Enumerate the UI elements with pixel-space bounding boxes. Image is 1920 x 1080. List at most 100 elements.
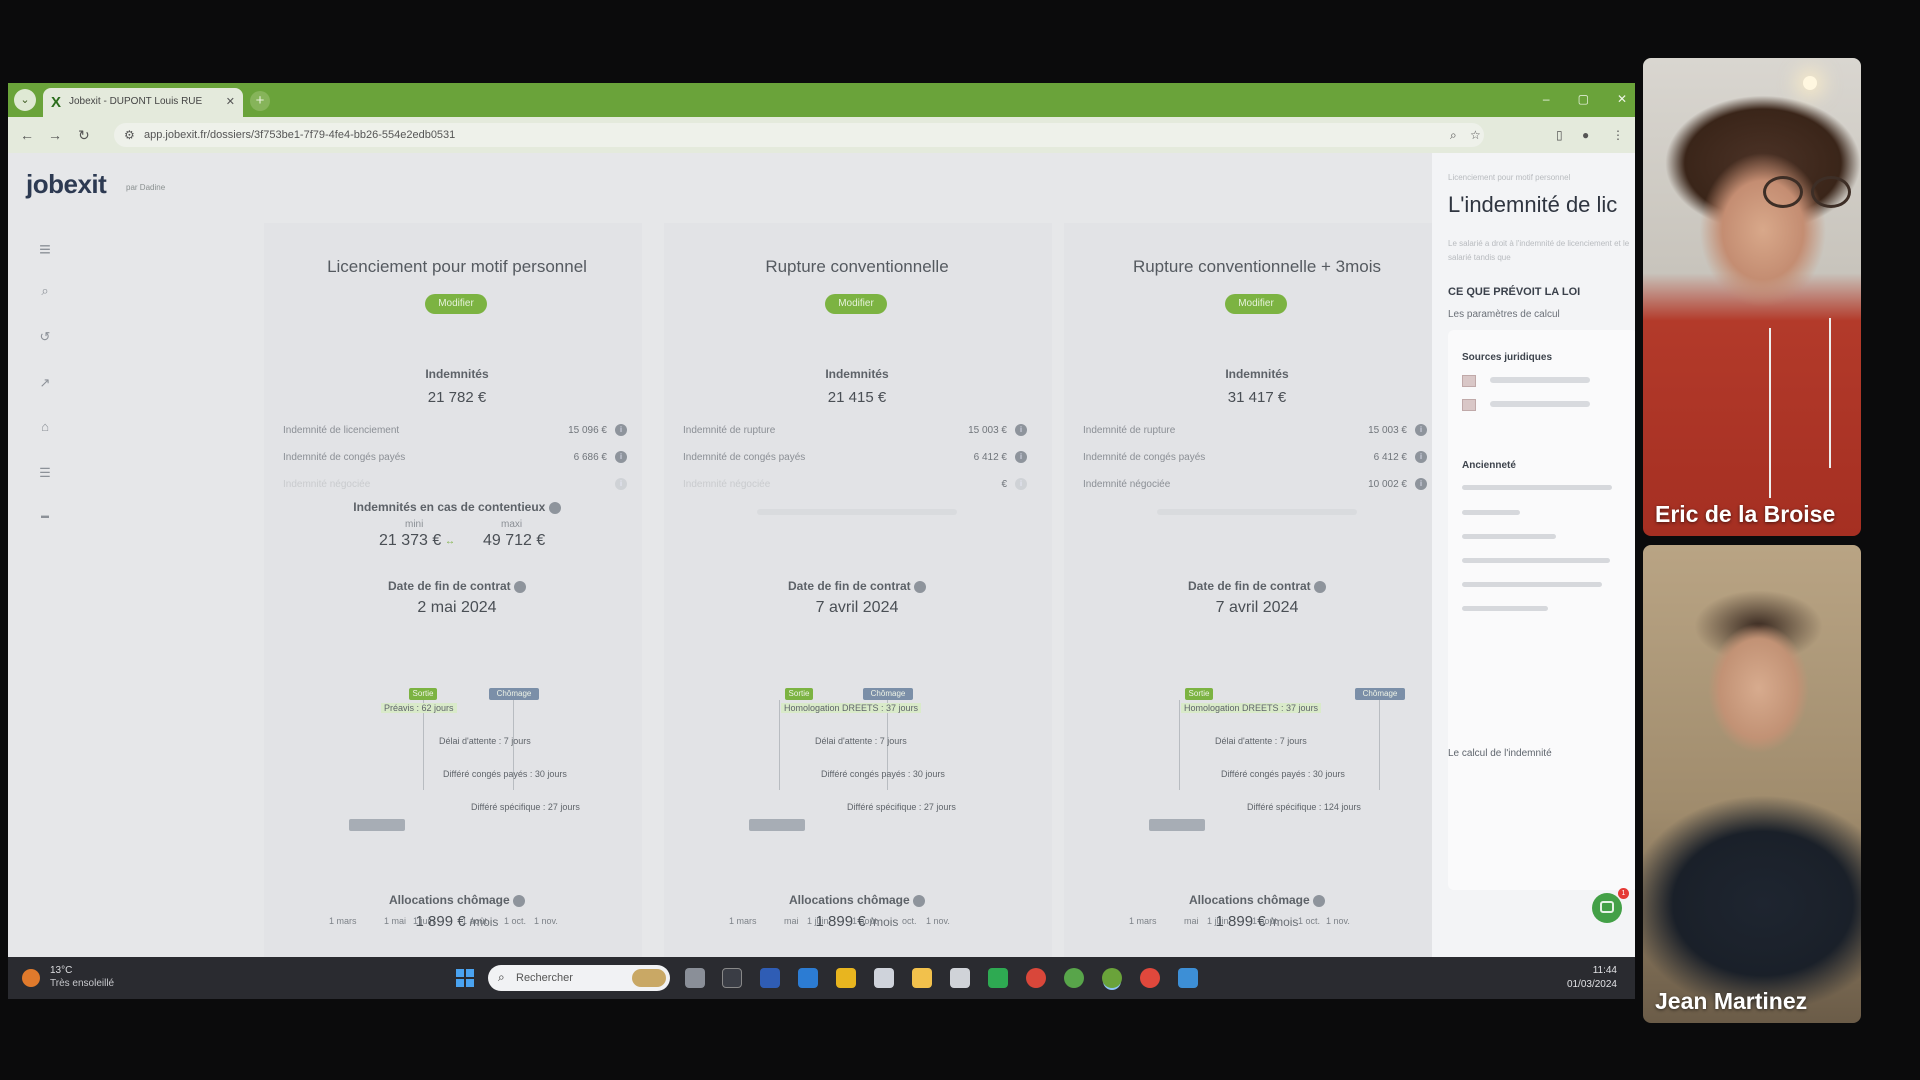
clock-time[interactable]: 11:44 (1593, 965, 1617, 976)
tab-close-icon[interactable]: ✕ (226, 95, 235, 108)
chat-button[interactable] (1592, 893, 1622, 923)
panel-loi-heading: CE QUE PRÉVOIT LA LOI (1448, 286, 1581, 298)
info-icon[interactable]: i (1015, 478, 1027, 490)
site-info-icon[interactable]: ⚙ (124, 128, 135, 142)
date-fin-contrat-value: 2 mai 2024 (417, 599, 497, 616)
terminal-icon[interactable] (722, 968, 742, 988)
modifier-button[interactable]: Modifier (1225, 294, 1287, 314)
windows-start-icon[interactable] (456, 969, 474, 987)
chrome-active-icon[interactable] (1102, 968, 1122, 988)
info-icon[interactable] (1313, 894, 1326, 907)
source-link[interactable] (1462, 398, 1632, 412)
file-explorer-icon[interactable] (912, 968, 932, 988)
weather-description[interactable]: Très ensoleillé (50, 978, 114, 989)
alloc-unit: /mois (469, 915, 499, 929)
indemnity-line: Indemnité négociée 10 002 € i (1083, 478, 1427, 490)
info-icon[interactable]: i (1015, 424, 1027, 436)
timeline-marker (779, 700, 780, 790)
docs-icon[interactable] (1178, 968, 1198, 988)
indemnity-line: Indemnité de congés payés 6 686 € i (283, 451, 627, 463)
timeline-step: Délai d'attente : 7 jours (1215, 736, 1307, 746)
indemnity-line: Indemnité négociée i (283, 478, 627, 490)
pdf-icon (1462, 399, 1476, 411)
weather-temperature[interactable]: 13°C (50, 965, 72, 976)
tab-search-icon[interactable]: ⌄ (14, 89, 36, 111)
settings-sliders-icon[interactable]: ☰ (30, 465, 60, 481)
info-icon[interactable] (913, 894, 926, 907)
clock-date[interactable]: 01/03/2024 (1567, 979, 1617, 990)
new-tab-button[interactable]: + (250, 91, 270, 111)
forward-arrow-icon[interactable]: → (48, 127, 62, 143)
power-bi-icon[interactable] (836, 968, 856, 988)
maximize-button[interactable]: ▢ (1578, 92, 1589, 106)
green-app-icon[interactable] (988, 968, 1008, 988)
snipping-tool-icon[interactable] (950, 968, 970, 988)
info-icon[interactable] (514, 580, 527, 593)
hamburger-menu-icon[interactable]: ≡ (30, 239, 60, 262)
info-icon[interactable] (914, 580, 927, 593)
vscode-icon[interactable] (798, 968, 818, 988)
indemnity-line-label: Indemnité négociée (683, 479, 771, 490)
bookmark-star-icon[interactable]: ☆ (1470, 128, 1481, 142)
sidebar-badge[interactable]: ▬ (30, 511, 60, 520)
allocations-label: Allocations chômage (1057, 893, 1457, 907)
indemnity-line: Indemnité de licenciement 15 096 € i (283, 424, 627, 436)
reload-icon[interactable]: ↻ (78, 127, 90, 144)
taskbar-search[interactable]: ⌕ Rechercher (488, 965, 670, 991)
zoom-icon[interactable]: ⌕ (1450, 128, 1457, 143)
search-placeholder: Rechercher (516, 972, 573, 984)
indemnity-line: Indemnité de rupture 15 003 € i (683, 424, 1027, 436)
chrome-green-icon[interactable] (1064, 968, 1084, 988)
info-icon[interactable]: i (615, 451, 627, 463)
sidepanel-icon[interactable]: ▯ (1556, 128, 1563, 142)
back-arrow-icon[interactable]: ← (20, 127, 34, 143)
indemnity-line-label: Indemnité de rupture (1083, 425, 1176, 436)
close-window-button[interactable]: ✕ (1617, 92, 1627, 106)
contentieux-label-text: Indemnités en cas de contentieux (353, 500, 546, 514)
panel-card: Sources juridiques Ancienneté (1448, 330, 1635, 890)
notepad-icon[interactable] (874, 968, 894, 988)
info-icon[interactable] (1314, 580, 1327, 593)
scenario-title: Rupture conventionnelle + 3mois (1132, 257, 1382, 276)
weather-sun-icon[interactable] (22, 969, 40, 987)
participant-video-eric[interactable]: Eric de la Broise (1643, 58, 1861, 536)
minimize-button[interactable]: – (1543, 92, 1550, 106)
date-fin-contrat-label: Date de fin de contrat (257, 579, 657, 593)
chart-icon[interactable]: ↗ (30, 375, 60, 391)
info-icon[interactable]: i (615, 424, 627, 436)
date-fin-contrat-value: 7 avril 2024 (815, 599, 899, 616)
task-view-icon[interactable] (685, 968, 705, 988)
source-link[interactable] (1462, 374, 1632, 388)
panel-breadcrumb: Licenciement pour motif personnel (1448, 173, 1571, 182)
info-icon[interactable] (513, 894, 526, 907)
chat-bubble-icon (1600, 901, 1614, 913)
min-label: mini (405, 519, 424, 530)
source-link-text (1490, 401, 1590, 407)
bank-icon[interactable]: ⌂ (30, 419, 60, 434)
modifier-button[interactable]: Modifier (425, 294, 487, 314)
info-icon[interactable] (548, 501, 561, 514)
alloc-unit: /mois (1269, 915, 1299, 929)
address-bar[interactable]: ⚙ app.jobexit.fr/dossiers/3f753be1-7f79-… (114, 123, 1484, 147)
screen-share: ⌄ X Jobexit - DUPONT Louis RUE ✕ + – ▢ ✕… (8, 83, 1635, 999)
timeline-chip-sortie: Sortie (785, 688, 813, 700)
modifier-button[interactable]: Modifier (825, 294, 887, 314)
indemnity-line-amount: 15 003 € (1368, 425, 1407, 436)
info-icon[interactable]: i (1015, 451, 1027, 463)
profile-icon[interactable]: ● (1582, 128, 1589, 142)
browser-tab[interactable]: X Jobexit - DUPONT Louis RUE ✕ (43, 88, 243, 117)
info-icon[interactable]: i (1415, 451, 1427, 463)
search-icon[interactable]: ⌕ (30, 283, 60, 299)
more-menu-icon[interactable]: ⋮ (1612, 128, 1624, 142)
chrome-icon[interactable] (1140, 968, 1160, 988)
chrome-profile-icon[interactable] (1026, 968, 1046, 988)
info-icon[interactable]: i (1415, 478, 1427, 490)
info-icon[interactable]: i (615, 478, 627, 490)
participant-video-jean[interactable]: Jean Martinez (1643, 545, 1861, 1023)
info-icon[interactable]: i (1415, 424, 1427, 436)
powershell-icon[interactable] (760, 968, 780, 988)
timeline-chip-chomage: Chômage (1355, 688, 1405, 700)
indemnity-line: Indemnité de congés payés 6 412 € i (683, 451, 1027, 463)
history-icon[interactable]: ↺ (30, 329, 60, 345)
allocations-value: 1 899 € /mois (257, 913, 657, 930)
